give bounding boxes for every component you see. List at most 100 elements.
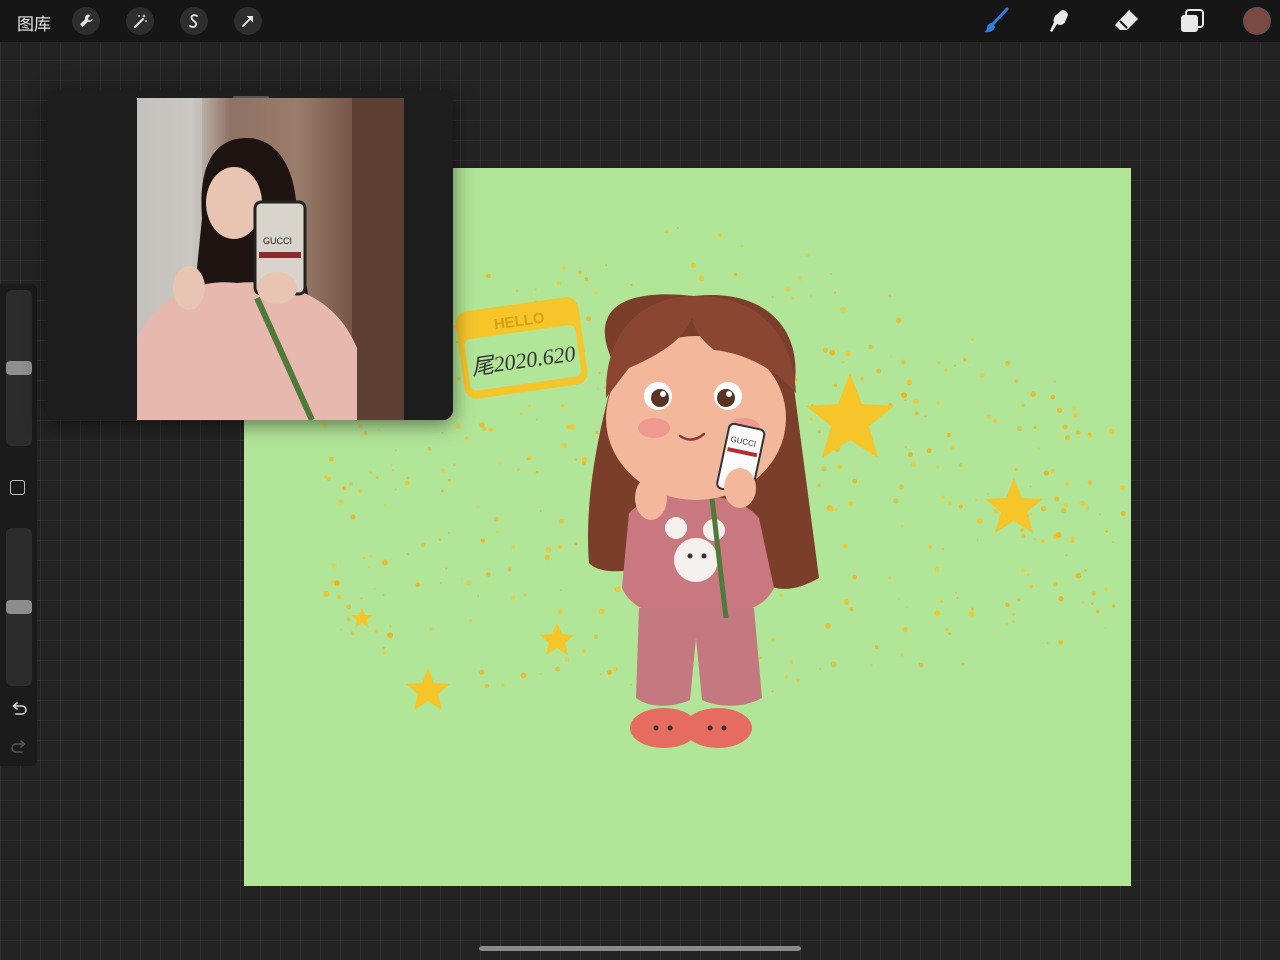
glitter-dot (1087, 480, 1093, 485)
glitter-dot (1033, 426, 1037, 429)
glitter-dot (771, 637, 775, 642)
glitter-dot (545, 547, 552, 553)
glitter-dot (784, 674, 789, 679)
glitter-dot (898, 598, 900, 600)
glitter-dot (1017, 425, 1023, 432)
hello-badge: HELLO 尾2020.620 (455, 297, 588, 399)
modify-button[interactable] (10, 480, 25, 495)
reference-window[interactable]: GUCCI (47, 90, 453, 420)
glitter-dot (941, 547, 945, 551)
glitter-dot (340, 628, 342, 631)
adjustments-button[interactable] (126, 7, 154, 35)
glitter-dot (936, 465, 940, 469)
chibi-girl: GUCCI (588, 294, 819, 748)
glitter-dot (869, 663, 873, 667)
glitter-dot (479, 422, 485, 428)
glitter-dot (906, 379, 913, 386)
glitter-dot (377, 428, 380, 432)
brush-size-thumb[interactable] (6, 361, 32, 375)
glitter-dot (349, 482, 353, 486)
reference-photo: GUCCI (137, 98, 404, 420)
glitter-dot (1053, 581, 1058, 587)
glitter-dot (928, 545, 933, 549)
glitter-dot (934, 610, 941, 617)
glitter-dot (904, 399, 907, 402)
glitter-dot (495, 530, 499, 534)
star-right (985, 478, 1043, 533)
glitter-dot (901, 392, 908, 399)
glitter-dot (971, 338, 974, 341)
glitter-dot (950, 445, 956, 451)
opacity-slider[interactable] (6, 528, 32, 686)
transform-button[interactable] (234, 7, 262, 35)
glitter-dot (375, 476, 379, 480)
brush-tool-button[interactable] (981, 6, 1011, 36)
glitter-dot (455, 340, 459, 344)
glitter-dot (559, 589, 562, 592)
glitter-dot (1043, 470, 1049, 476)
glitter-dot (934, 566, 940, 573)
glitter-dot (888, 575, 892, 580)
glitter-dot (415, 582, 421, 588)
selection-icon (189, 14, 198, 28)
glitter-dot (1037, 447, 1040, 450)
layers-button[interactable] (1177, 6, 1207, 36)
gallery-button[interactable]: 图库 (17, 10, 51, 35)
wrench-icon (80, 14, 93, 27)
glitter-dot (1026, 573, 1030, 576)
eraser-icon (1115, 10, 1138, 30)
color-picker-button[interactable] (1244, 8, 1270, 34)
glitter-dot (447, 478, 451, 482)
glitter-dot (970, 607, 974, 611)
glitter-dot (406, 552, 409, 556)
glitter-dot (1050, 394, 1056, 400)
glitter-dot (477, 505, 480, 508)
glitter-dot (987, 492, 990, 495)
glitter-dot (789, 660, 794, 664)
glitter-dot (603, 386, 606, 389)
brush-size-slider[interactable] (6, 290, 32, 446)
glitter-dot (1105, 530, 1108, 533)
glitter-dot (447, 531, 451, 535)
glitter-dot (369, 555, 372, 558)
redo-icon[interactable] (10, 740, 28, 756)
glitter-dot (1025, 392, 1028, 395)
glitter-dot (1012, 612, 1016, 617)
undo-icon[interactable] (10, 702, 28, 718)
actions-button[interactable] (72, 7, 100, 35)
glitter-dot (1005, 602, 1010, 607)
glitter-dot (809, 417, 813, 421)
glitter-dot (453, 463, 456, 467)
glitter-dot (945, 628, 949, 632)
glitter-dot (811, 404, 814, 406)
glitter-dot (830, 661, 837, 668)
glitter-dot (323, 590, 330, 597)
glitter-dot (1112, 604, 1116, 608)
glitter-dot (429, 627, 433, 631)
glitter-dot (392, 469, 395, 472)
glitter-dot (830, 272, 832, 275)
glitter-dot (941, 495, 945, 499)
glitter-dot (860, 376, 864, 381)
glitter-dot (842, 361, 844, 364)
smudge-tool-button[interactable] (1045, 6, 1075, 36)
glitter-dot (346, 617, 351, 622)
selection-button[interactable] (180, 7, 208, 35)
glitter-dot (511, 595, 516, 601)
glitter-dot (664, 229, 669, 234)
glitter-dot (1057, 407, 1063, 413)
home-indicator[interactable] (479, 946, 801, 951)
glitter-dot (1020, 528, 1024, 533)
glitter-dot (771, 690, 774, 693)
glitter-dot (759, 656, 762, 660)
glitter-dot (1054, 496, 1060, 502)
opacity-thumb[interactable] (6, 600, 32, 614)
arrow-cursor-icon (242, 16, 253, 27)
glitter-dot (1029, 485, 1032, 488)
glitter-dot (1014, 379, 1019, 384)
glitter-dot (976, 539, 979, 541)
glitter-dot (517, 467, 520, 471)
eraser-tool-button[interactable] (1111, 6, 1141, 36)
glitter-dot (910, 461, 917, 468)
smudge-icon (1050, 10, 1068, 32)
